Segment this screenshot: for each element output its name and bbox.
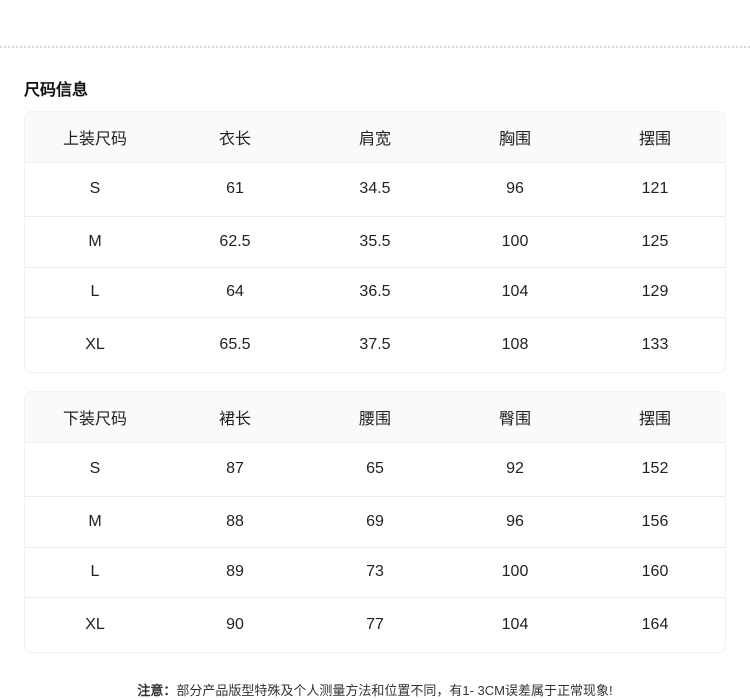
table-cell: S <box>89 460 101 477</box>
table-row: S 87 65 92 152 <box>25 442 725 496</box>
table-cell: 73 <box>366 563 384 580</box>
table-row: S 61 34.5 96 121 <box>25 162 725 216</box>
header-cell: 上装尺码 <box>62 130 127 148</box>
table-cell: 37.5 <box>359 335 391 353</box>
table-cell: 125 <box>641 232 669 250</box>
table-cell: 104 <box>501 615 529 633</box>
table-row: L 89 73 100 160 <box>25 547 725 597</box>
table-cell: M <box>88 232 102 250</box>
table-row: XL 65.5 37.5 108 133 <box>25 317 725 372</box>
header-cell: 臀围 <box>498 410 531 428</box>
table-cell: 121 <box>641 180 669 197</box>
table-header-row: 下装尺码 裙长 腰围 臀围 摆围 <box>25 392 725 442</box>
table-cell: 87 <box>226 460 244 477</box>
table-cell: 152 <box>641 460 669 477</box>
header-cell: 摆围 <box>638 410 671 428</box>
table-cell: 89 <box>226 563 244 580</box>
table-cell: 96 <box>506 512 524 530</box>
table-cell: S <box>89 180 101 197</box>
table-cell: 61 <box>226 180 244 197</box>
table-cell: L <box>90 283 100 300</box>
header-cell: 摆围 <box>638 130 671 148</box>
table-row: XL 90 77 104 164 <box>25 597 725 652</box>
table-cell: 160 <box>641 563 669 580</box>
tops-size-table: 上装尺码 衣长 肩宽 胸围 摆围 S 61 34.5 96 121 M 62.5… <box>25 112 725 372</box>
table-row: L 64 36.5 104 129 <box>25 267 725 317</box>
table-row: M 62.5 35.5 100 125 <box>25 216 725 267</box>
dotted-divider <box>0 46 750 48</box>
table-cell: 65 <box>366 460 384 477</box>
table-cell: 62.5 <box>219 232 251 250</box>
table-cell: M <box>88 512 102 530</box>
table-cell: 100 <box>501 232 529 250</box>
bottoms-size-table: 下装尺码 裙长 腰围 臀围 摆围 S 87 65 92 152 M 88 69 … <box>25 392 725 652</box>
table-cell: 104 <box>501 283 529 300</box>
table-cell: L <box>90 563 100 580</box>
table-cell: 156 <box>641 512 669 530</box>
table-cell: 64 <box>226 283 244 300</box>
header-cell: 裙长 <box>218 410 251 428</box>
table-cell: 36.5 <box>359 283 391 300</box>
table-cell: XL <box>85 335 105 353</box>
table-cell: 34.5 <box>359 180 391 197</box>
table-cell: 96 <box>506 180 524 197</box>
header-cell: 胸围 <box>498 130 531 148</box>
table-cell: 90 <box>226 615 244 633</box>
table-cell: 35.5 <box>359 232 391 250</box>
section-title: 尺码信息 <box>24 82 89 99</box>
table-cell: 129 <box>641 283 669 300</box>
table-cell: 133 <box>641 335 669 353</box>
table-cell: 88 <box>226 512 244 530</box>
header-cell: 肩宽 <box>358 130 391 148</box>
table-cell: 65.5 <box>219 335 251 353</box>
header-cell: 衣长 <box>218 130 251 148</box>
table-header-row: 上装尺码 衣长 肩宽 胸围 摆围 <box>25 112 725 162</box>
table-cell: 92 <box>506 460 524 477</box>
header-cell: 腰围 <box>358 410 391 428</box>
table-cell: 77 <box>366 615 384 633</box>
table-row: M 88 69 96 156 <box>25 496 725 547</box>
table-cell: 100 <box>501 563 529 580</box>
table-cell: 108 <box>501 335 529 353</box>
size-note: 注意：部分产品版型特殊及个人测量方法和位置不同，有1- 3CM误差属于正常现象! <box>0 680 750 699</box>
table-cell: 69 <box>366 512 384 530</box>
header-cell: 下装尺码 <box>62 410 127 428</box>
table-cell: 164 <box>641 615 669 633</box>
table-cell: XL <box>85 615 105 633</box>
